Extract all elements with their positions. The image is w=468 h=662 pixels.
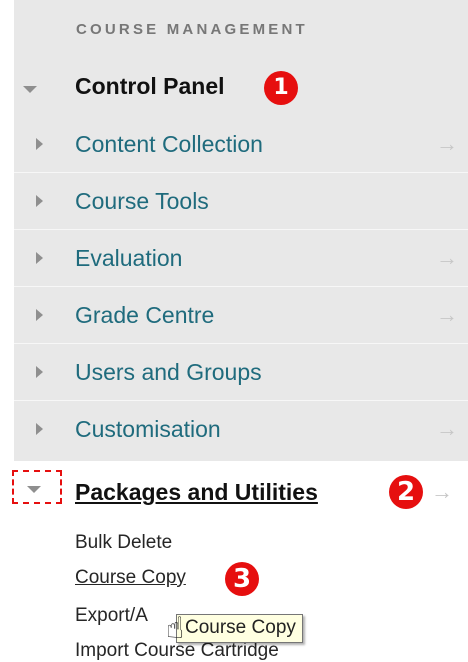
go-arrow-icon[interactable]: → bbox=[436, 416, 458, 442]
menu-item-label: Grade Centre bbox=[75, 302, 215, 328]
submenu-item-export-archive[interactable]: Export/A bbox=[75, 605, 148, 627]
annotation-badge-3: 3 bbox=[225, 562, 259, 596]
menu-item-content-collection[interactable]: Content Collection → bbox=[14, 116, 468, 173]
collapse-triangle-right-icon bbox=[36, 423, 43, 435]
collapse-triangle-right-icon bbox=[36, 366, 43, 378]
collapse-triangle-right-icon bbox=[36, 138, 43, 150]
menu-item-customisation[interactable]: Customisation → bbox=[14, 401, 468, 458]
submenu-item-course-copy[interactable]: Course Copy bbox=[75, 567, 186, 589]
submenu-item-bulk-delete[interactable]: Bulk Delete bbox=[75, 532, 172, 554]
collapse-triangle-right-icon bbox=[36, 195, 43, 207]
packages-and-utilities-label[interactable]: Packages and Utilities bbox=[75, 479, 318, 506]
go-arrow-icon[interactable]: → bbox=[436, 131, 458, 157]
annotation-badge-1: 1 bbox=[264, 71, 298, 105]
collapse-triangle-right-icon bbox=[36, 252, 43, 264]
go-arrow-icon[interactable]: → bbox=[436, 245, 458, 271]
annotation-badge-2: 2 bbox=[389, 475, 423, 509]
expand-triangle-down-icon[interactable] bbox=[27, 486, 41, 493]
menu-item-course-tools[interactable]: Course Tools bbox=[14, 173, 468, 230]
menu-item-grade-centre[interactable]: Grade Centre → bbox=[14, 287, 468, 344]
menu-item-users-and-groups[interactable]: Users and Groups bbox=[14, 344, 468, 401]
section-header: COURSE MANAGEMENT bbox=[76, 21, 308, 38]
control-panel-label[interactable]: Control Panel bbox=[75, 73, 225, 100]
expand-triangle-down-icon[interactable] bbox=[23, 86, 37, 93]
menu-item-evaluation[interactable]: Evaluation → bbox=[14, 230, 468, 287]
go-arrow-icon[interactable]: → bbox=[431, 479, 453, 505]
menu-item-label: Content Collection bbox=[75, 131, 263, 157]
menu-item-label: Course Tools bbox=[75, 188, 209, 214]
hand-cursor-icon: ☝ bbox=[166, 612, 185, 645]
go-arrow-icon[interactable]: → bbox=[436, 302, 458, 328]
menu-item-label: Evaluation bbox=[75, 245, 183, 271]
collapse-triangle-right-icon bbox=[36, 309, 43, 321]
menu-item-label: Users and Groups bbox=[75, 359, 262, 385]
tooltip: Course Copy bbox=[176, 614, 303, 643]
menu-item-label: Customisation bbox=[75, 416, 221, 442]
